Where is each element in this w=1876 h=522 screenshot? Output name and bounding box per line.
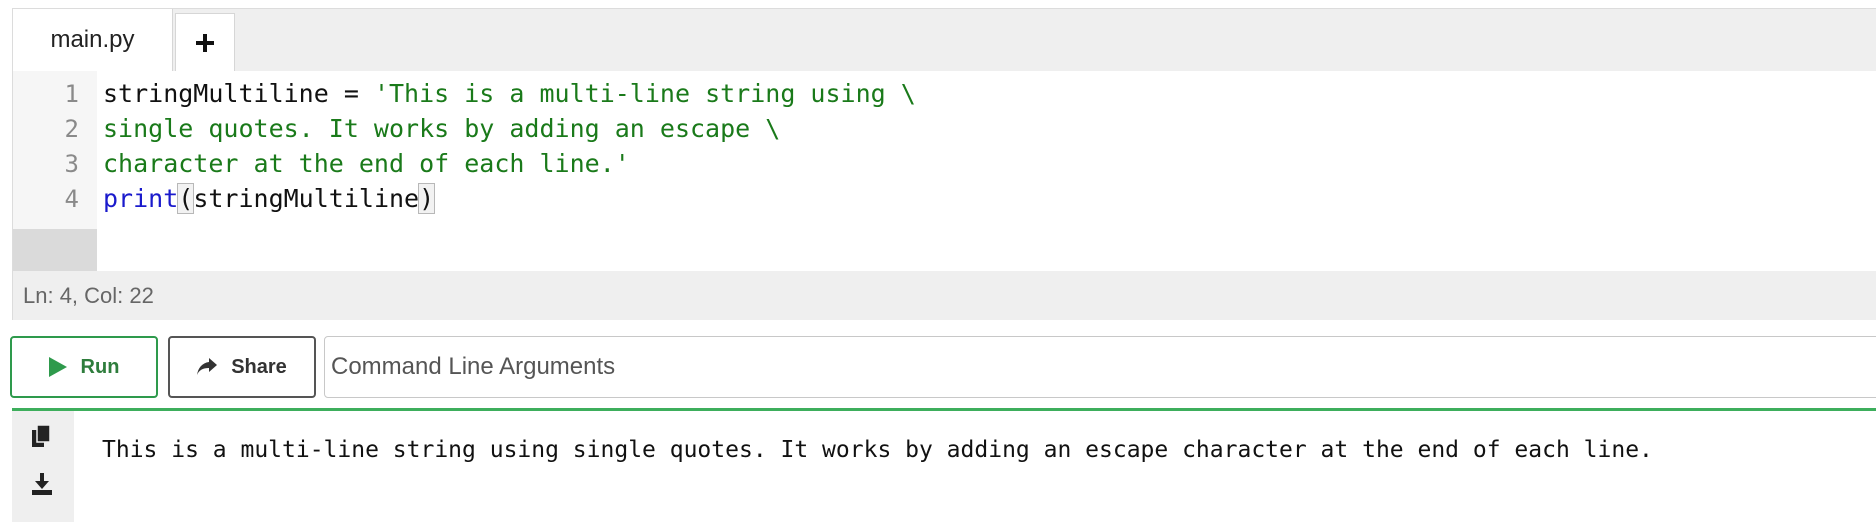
tab-main-py[interactable]: main.py <box>13 9 173 71</box>
matched-bracket: ) <box>418 183 436 214</box>
editor-panel: main.py 1 2 3 4 stringMultiline = 'This … <box>12 8 1876 320</box>
code-line: print(stringMultiline) <box>103 178 436 220</box>
copy-icon[interactable] <box>32 425 50 447</box>
code-string: 'This is a multi-line string using \ <box>373 79 916 108</box>
tab-bar: main.py <box>13 9 1876 71</box>
run-label: Run <box>80 355 120 378</box>
download-icon[interactable] <box>32 473 52 495</box>
line-number: 4 <box>64 185 79 213</box>
code-string: character at the end of each line.' <box>103 149 630 178</box>
play-icon <box>48 357 67 377</box>
cursor-status: Ln: 4, Col: 22 <box>23 283 154 308</box>
add-tab-button[interactable] <box>175 13 235 71</box>
command-line-arguments-input[interactable] <box>324 336 1876 398</box>
share-arrow-icon <box>197 358 218 375</box>
tab-label: main.py <box>50 26 135 53</box>
code-identifier: stringMultiline = <box>103 79 374 108</box>
share-button[interactable]: Share <box>168 336 316 398</box>
output-sidebar <box>12 411 74 522</box>
output-panel: This is a multi-line string using single… <box>12 408 1876 522</box>
matched-bracket: ( <box>177 183 195 214</box>
active-line-highlight <box>13 229 97 271</box>
code-identifier: stringMultiline <box>193 184 420 213</box>
run-button[interactable]: Run <box>10 336 158 398</box>
plus-icon <box>196 33 214 52</box>
line-number-gutter: 1 2 3 4 <box>13 71 97 271</box>
code-editor[interactable]: 1 2 3 4 stringMultiline = 'This is a mul… <box>13 71 1876 271</box>
code-string: single quotes. It works by adding an esc… <box>103 114 781 143</box>
code-keyword: print <box>103 184 179 213</box>
program-output: This is a multi-line string using single… <box>102 437 1653 463</box>
share-label: Share <box>231 355 287 378</box>
